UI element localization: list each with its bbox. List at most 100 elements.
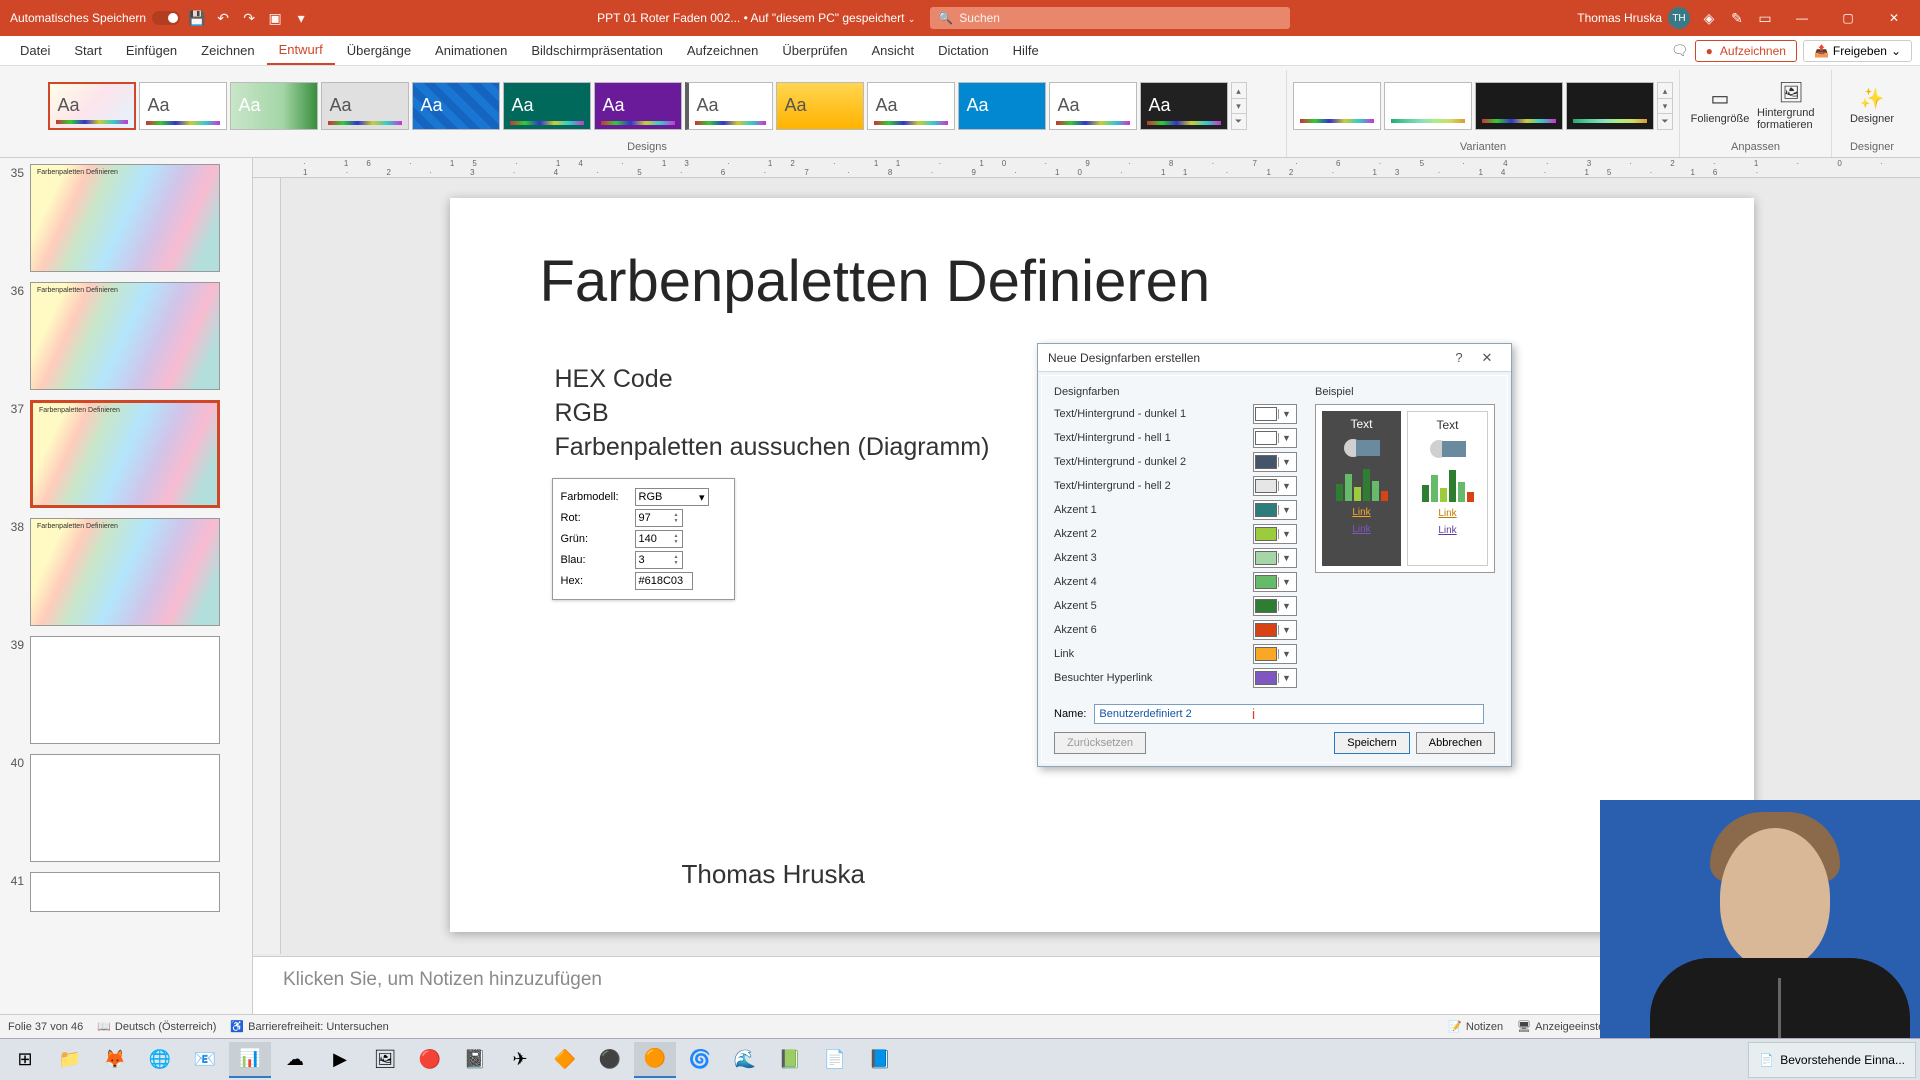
- variant-3[interactable]: [1475, 82, 1563, 130]
- dialog-close-button[interactable]: ✕: [1473, 347, 1501, 369]
- slide-thumb-39[interactable]: 39: [4, 636, 248, 744]
- save-icon[interactable]: 💾: [188, 9, 206, 27]
- taskbar-word-icon[interactable]: 📘: [859, 1042, 901, 1078]
- taskbar-app-icon[interactable]: ☁: [274, 1042, 316, 1078]
- taskbar-app-icon[interactable]: 🖼: [364, 1042, 406, 1078]
- design-theme-13[interactable]: Aa: [1140, 82, 1228, 130]
- toggle-switch-icon[interactable]: [152, 11, 180, 25]
- save-button[interactable]: Speichern: [1334, 732, 1410, 754]
- present-icon[interactable]: ▣: [266, 9, 284, 27]
- slide-thumb-41[interactable]: 41: [4, 872, 248, 912]
- tab-uebergaenge[interactable]: Übergänge: [335, 37, 423, 64]
- share-button[interactable]: 📤 Freigeben ⌄: [1803, 40, 1912, 62]
- design-theme-5[interactable]: Aa: [412, 82, 500, 130]
- start-button[interactable]: ⊞: [4, 1042, 46, 1078]
- design-theme-7[interactable]: Aa: [594, 82, 682, 130]
- taskbar-app-icon[interactable]: 🌀: [679, 1042, 721, 1078]
- color-dropdown[interactable]: ▼: [1253, 620, 1297, 640]
- close-button[interactable]: ✕: [1876, 5, 1912, 31]
- design-theme-12[interactable]: Aa: [1049, 82, 1137, 130]
- tab-hilfe[interactable]: Hilfe: [1001, 37, 1051, 64]
- taskbar-excel-icon[interactable]: 📗: [769, 1042, 811, 1078]
- taskbar-telegram-icon[interactable]: ✈: [499, 1042, 541, 1078]
- format-background-button[interactable]: 🖼Hintergrund formatieren: [1757, 75, 1825, 137]
- color-dropdown[interactable]: ▼: [1253, 572, 1297, 592]
- design-theme-1[interactable]: Aa: [48, 82, 136, 130]
- taskbar-app-icon[interactable]: 🔶: [544, 1042, 586, 1078]
- slide-title[interactable]: Farbenpaletten Definieren: [540, 248, 1211, 315]
- tab-einfuegen[interactable]: Einfügen: [114, 37, 189, 64]
- slide-counter[interactable]: Folie 37 von 46: [8, 1021, 83, 1033]
- taskbar-app-icon[interactable]: 🔴: [409, 1042, 451, 1078]
- draw-icon[interactable]: ✎: [1728, 9, 1746, 27]
- cancel-button[interactable]: Abbrechen: [1416, 732, 1495, 754]
- color-dropdown[interactable]: ▼: [1253, 500, 1297, 520]
- theme-name-input[interactable]: [1094, 704, 1484, 724]
- tab-entwurf[interactable]: Entwurf: [267, 36, 335, 65]
- search-input[interactable]: [959, 11, 1282, 25]
- variant-4[interactable]: [1566, 82, 1654, 130]
- undo-icon[interactable]: ↶: [214, 9, 232, 27]
- document-title[interactable]: PPT 01 Roter Faden 002... • Auf "diesem …: [597, 11, 915, 25]
- comments-icon[interactable]: 🗨: [1671, 42, 1689, 60]
- design-theme-3[interactable]: Aa: [230, 82, 318, 130]
- designs-gallery-more[interactable]: ▴▾⏷: [1231, 82, 1247, 130]
- slide-thumb-40[interactable]: 40: [4, 754, 248, 862]
- design-theme-11[interactable]: Aa: [958, 82, 1046, 130]
- tab-ansicht[interactable]: Ansicht: [859, 37, 926, 64]
- notes-toggle[interactable]: 📝 Notizen: [1448, 1020, 1503, 1033]
- minimize-button[interactable]: —: [1784, 5, 1820, 31]
- color-dropdown[interactable]: ▼: [1253, 404, 1297, 424]
- taskbar-obs-icon[interactable]: ⚫: [589, 1042, 631, 1078]
- slide-size-button[interactable]: ▭Foliengröße: [1686, 75, 1754, 137]
- reset-button[interactable]: Zurücksetzen: [1054, 732, 1146, 754]
- slide-body[interactable]: HEX Code RGB Farbenpaletten aussuchen (D…: [555, 363, 990, 464]
- taskbar-vlc-icon[interactable]: ▶: [319, 1042, 361, 1078]
- redo-icon[interactable]: ↷: [240, 9, 258, 27]
- diamond-icon[interactable]: ◈: [1700, 9, 1718, 27]
- design-theme-10[interactable]: Aa: [867, 82, 955, 130]
- maximize-button[interactable]: ▢: [1830, 5, 1866, 31]
- tab-animationen[interactable]: Animationen: [423, 37, 519, 64]
- window-icon[interactable]: ▭: [1756, 9, 1774, 27]
- taskbar-onenote-icon[interactable]: 📓: [454, 1042, 496, 1078]
- tab-start[interactable]: Start: [62, 37, 113, 64]
- record-button[interactable]: Aufzeichnen: [1695, 40, 1797, 62]
- dialog-help-button[interactable]: ?: [1445, 347, 1473, 369]
- color-dropdown[interactable]: ▼: [1253, 548, 1297, 568]
- slide-thumb-36[interactable]: 36 Farbenpaletten Definieren: [4, 282, 248, 390]
- tab-bildschirm[interactable]: Bildschirmpräsentation: [519, 37, 675, 64]
- slide-thumb-37[interactable]: 37 Farbenpaletten Definieren: [4, 400, 248, 508]
- color-dropdown[interactable]: ▼: [1253, 476, 1297, 496]
- tab-datei[interactable]: Datei: [8, 37, 62, 64]
- accessibility-check[interactable]: ♿ Barrierefreiheit: Untersuchen: [230, 1020, 388, 1033]
- design-theme-8[interactable]: Aa: [685, 82, 773, 130]
- color-dropdown[interactable]: ▼: [1253, 644, 1297, 664]
- variants-gallery-more[interactable]: ▴▾⏷: [1657, 82, 1673, 130]
- color-dropdown[interactable]: ▼: [1253, 428, 1297, 448]
- taskbar-app-icon[interactable]: 📄: [814, 1042, 856, 1078]
- taskbar-powerpoint-icon[interactable]: 📊: [229, 1042, 271, 1078]
- slide-thumb-38[interactable]: 38 Farbenpaletten Definieren: [4, 518, 248, 626]
- autosave-toggle[interactable]: Automatisches Speichern: [10, 11, 180, 25]
- variant-2[interactable]: [1384, 82, 1472, 130]
- tab-ueberpruefen[interactable]: Überprüfen: [770, 37, 859, 64]
- design-theme-6[interactable]: Aa: [503, 82, 591, 130]
- taskbar-chrome-icon[interactable]: 🌐: [139, 1042, 181, 1078]
- taskbar-outlook-icon[interactable]: 📧: [184, 1042, 226, 1078]
- taskbar-edge-icon[interactable]: 🌊: [724, 1042, 766, 1078]
- qat-more-icon[interactable]: ▾: [292, 9, 310, 27]
- dialog-titlebar[interactable]: Neue Designfarben erstellen ? ✕: [1038, 344, 1511, 372]
- color-dropdown[interactable]: ▼: [1253, 524, 1297, 544]
- design-theme-2[interactable]: Aa: [139, 82, 227, 130]
- color-dropdown[interactable]: ▼: [1253, 668, 1297, 688]
- slide-thumb-35[interactable]: 35 Farbenpaletten Definieren: [4, 164, 248, 272]
- color-dropdown[interactable]: ▼: [1253, 452, 1297, 472]
- color-dropdown[interactable]: ▼: [1253, 596, 1297, 616]
- taskbar-app-icon[interactable]: 🟠: [634, 1042, 676, 1078]
- design-theme-4[interactable]: Aa: [321, 82, 409, 130]
- designer-button[interactable]: ✨Designer: [1838, 75, 1906, 137]
- design-theme-9[interactable]: Aa: [776, 82, 864, 130]
- user-account[interactable]: Thomas Hruska TH: [1577, 7, 1690, 29]
- tab-aufzeichnen[interactable]: Aufzeichnen: [675, 37, 771, 64]
